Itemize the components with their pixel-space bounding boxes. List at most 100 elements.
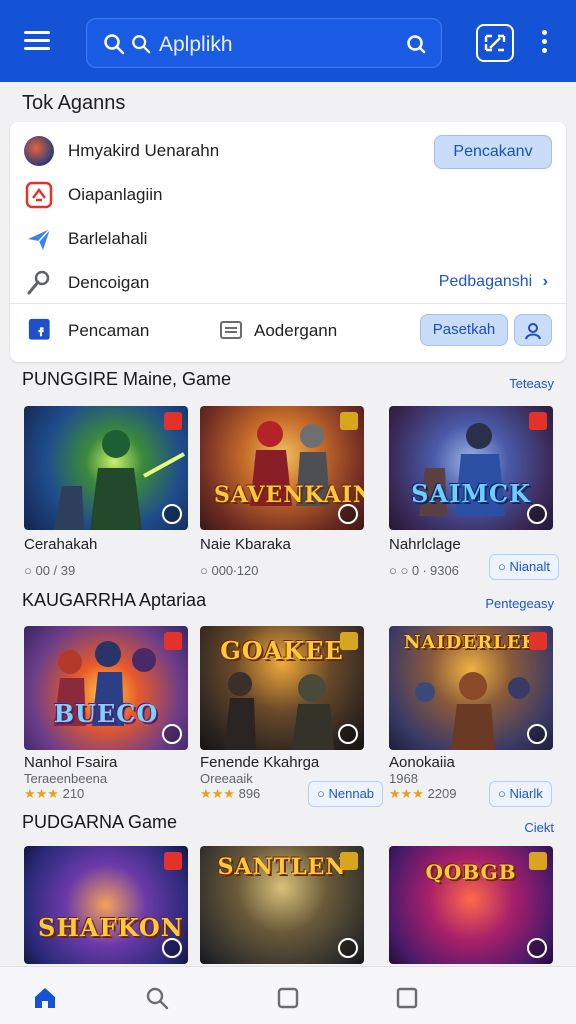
app-icon	[25, 181, 53, 209]
star-rating-icon: ★★★	[200, 786, 235, 801]
page-title: Tok Aganns	[22, 92, 126, 114]
tag-icon	[340, 412, 358, 430]
verified-icon	[527, 938, 547, 958]
section-title: PUDGARNA Game	[22, 812, 178, 832]
clock-icon: ○	[498, 559, 506, 574]
verified-icon	[338, 504, 358, 524]
verified-icon	[527, 504, 547, 524]
search-icon[interactable]	[144, 985, 170, 1011]
menu-icon[interactable]	[22, 28, 54, 54]
list-item[interactable]: Aodergann	[218, 314, 418, 346]
game-logo: BUECO	[53, 699, 159, 728]
search-icon	[132, 35, 151, 54]
game-tile[interactable]: SAVENKAIN	[200, 406, 364, 530]
details-link[interactable]: Pedbaganshi ›	[439, 273, 548, 291]
card-icon	[220, 321, 242, 339]
game-meta: ○ 000∙120	[200, 563, 259, 578]
game-rating: ★★★ 896	[200, 786, 260, 802]
install-button[interactable]: ○ Nennab	[308, 781, 384, 807]
game-logo: GOAKEE	[220, 636, 344, 665]
game-title: Naie Kbaraka	[200, 536, 291, 553]
game-meta: 1968	[389, 771, 418, 786]
game-tile[interactable]: BUECO	[24, 626, 188, 750]
game-tile[interactable]: SANTLEN	[200, 846, 364, 964]
game-rating: ★★★ 210	[24, 786, 84, 802]
verified-icon	[162, 724, 182, 744]
game-title: Nahrlclage	[389, 536, 461, 553]
facebook-icon	[28, 318, 50, 340]
game-meta: ○ 00 / 39	[24, 563, 76, 578]
game-logo: SHAFKON	[38, 913, 184, 942]
avatar-icon	[24, 136, 54, 166]
star-rating-icon: ★★★	[389, 786, 424, 801]
top-app-bar: Aplplikh	[0, 0, 576, 82]
game-logo: SAIMCK	[411, 479, 531, 508]
game-logo: SAVENKAIN	[214, 482, 364, 508]
list-item[interactable]: Oiapanlagiin	[10, 172, 566, 216]
account-button[interactable]	[514, 314, 552, 346]
install-button-label: Nianalt	[509, 559, 550, 574]
list-item[interactable]: Barlelahali	[10, 216, 566, 260]
square-icon[interactable]	[275, 985, 301, 1011]
qr-scan-icon[interactable]	[476, 24, 514, 62]
verified-icon	[162, 938, 182, 958]
list-item-label: Pencaman	[68, 321, 150, 340]
game-title: Aonokaiia	[389, 754, 455, 771]
verified-icon	[162, 504, 182, 524]
section-more-link[interactable]: Ciekt	[524, 820, 554, 835]
rating-value: 896	[238, 786, 261, 801]
rating-value: 2209	[427, 786, 457, 801]
tag-icon	[164, 412, 182, 430]
more-vert-icon[interactable]	[538, 28, 552, 56]
list-item-label: Oiapanlagiin	[68, 185, 163, 204]
search-icon	[104, 34, 125, 55]
game-meta: ○ ○ 0 ∙ 9306	[389, 563, 459, 578]
game-tile[interactable]: NAIDERLEK	[389, 626, 553, 750]
clock-icon: ○	[317, 786, 325, 801]
details-link-label: Pedbaganshi	[438, 273, 533, 290]
section-more-link[interactable]: Pentegeasy	[485, 596, 554, 611]
install-button[interactable]: ○ Nianalt	[489, 554, 559, 580]
voice-search-icon[interactable]	[405, 33, 427, 55]
game-title: Cerahakah	[24, 536, 98, 553]
wrench-icon	[27, 270, 50, 295]
game-title: Fenende Kkahrga	[200, 754, 320, 771]
tag-icon	[529, 632, 547, 650]
game-tile[interactable]: GOAKEE	[200, 626, 364, 750]
game-tile[interactable]	[24, 406, 188, 530]
star-rating-icon: ★★★	[24, 786, 59, 801]
verified-icon	[338, 724, 358, 744]
game-tile[interactable]: SHAFKON	[24, 846, 188, 964]
game-tile[interactable]: SAIMCK	[389, 406, 553, 530]
game-rating: ★★★ 2209	[389, 786, 457, 802]
tag-icon	[529, 852, 547, 870]
game-logo: SANTLEN	[217, 854, 347, 880]
section-title: KAUGARRHA Aptariaa	[22, 590, 207, 610]
section-title: PUNGGIRE Maine, Game	[22, 369, 232, 389]
game-logo: NAIDERLEK	[403, 632, 539, 653]
home-icon[interactable]	[32, 985, 58, 1011]
tag-icon	[340, 852, 358, 870]
user-icon	[525, 323, 541, 340]
install-button-label: Nennab	[328, 786, 375, 801]
rating-value: 210	[62, 786, 85, 801]
game-tile[interactable]: QOBGB	[389, 846, 553, 964]
game-logo: QOBGB	[425, 860, 517, 884]
verified-icon	[527, 724, 547, 744]
game-title: Nanhol Fsaira	[24, 754, 118, 771]
chevron-right-icon: ›	[542, 273, 548, 290]
square-icon[interactable]	[394, 985, 420, 1011]
secondary-action-button[interactable]: Pasetkah	[420, 314, 508, 346]
tag-icon	[164, 852, 182, 870]
primary-action-button[interactable]: Pencakanv	[434, 135, 552, 169]
divider	[10, 303, 566, 304]
verified-icon	[338, 938, 358, 958]
list-item[interactable]: Dencoigan Pedbaganshi ›	[10, 260, 566, 304]
install-button[interactable]: ○ Niarlk	[489, 781, 552, 807]
game-meta: Teraeenbeena	[24, 771, 108, 786]
list-item-label: Aodergann	[254, 321, 338, 340]
game-meta: Oreeaaik	[200, 771, 253, 786]
search-input[interactable]: Aplplikh	[86, 18, 442, 68]
tag-icon	[529, 412, 547, 430]
section-more-link[interactable]: Teteasy	[509, 376, 554, 391]
